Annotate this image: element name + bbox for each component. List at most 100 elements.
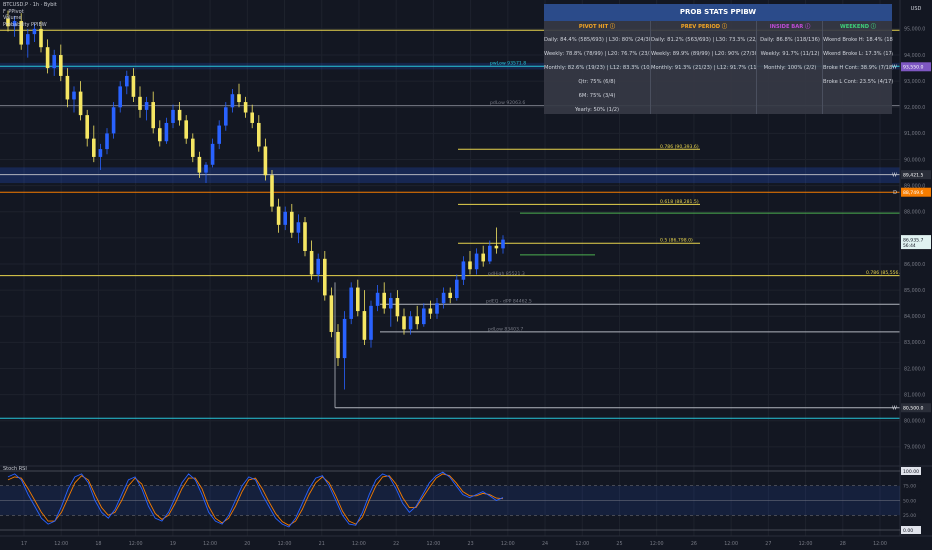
symbol-line[interactable]: BTCUSD.P · 1h · Bybit [3, 2, 57, 9]
price-badge-text: 86,935.7 [903, 237, 924, 243]
candle-body [290, 211, 294, 233]
candle-body [402, 316, 406, 330]
rsi-tick: 25.00 [903, 513, 916, 519]
stats-cell: Daily: 86.8% (118/136) [760, 37, 820, 43]
candle-body [138, 96, 142, 110]
indicator-label[interactable]: Probability PPIBW [3, 22, 57, 29]
candle-body [224, 107, 228, 126]
rsi-label[interactable]: Stoch RSI [3, 466, 27, 472]
stats-col-pivot-hit: PIVOT HIT ⓘ Daily: 84.4% (585/693) | L30… [544, 21, 650, 114]
time-tick: 12:00 [352, 541, 366, 547]
stats-cell: Monthly: 91.3% (21/23) | L12: 91.7% (11/… [651, 65, 757, 71]
stats-col-header: PREV PERIOD ⓘ [680, 24, 728, 30]
stats-title: PROB STATS PPIBW [544, 4, 892, 21]
candle-body [191, 138, 195, 157]
candle-body [323, 258, 327, 296]
candle-body [204, 164, 208, 173]
time-tick: 12:00 [54, 541, 68, 547]
stats-cell: Monthly: 82.6% (19/23) | L12: 83.3% (10/… [544, 65, 650, 71]
level-label: pdLow 83403.7 [488, 326, 523, 332]
time-tick: 26 [691, 541, 697, 547]
candle-body [494, 245, 499, 249]
candle-body [389, 298, 393, 309]
price-badge-text: 88,749.6 [903, 190, 924, 196]
candle-body [158, 128, 162, 142]
price-tick: 86,000.0 [904, 262, 925, 268]
rsi-tick: 100.00 [903, 469, 919, 475]
candle-body [263, 146, 268, 176]
stats-col-prev-period: PREV PERIOD ⓘ Daily: 81.2% (563/693) | L… [650, 21, 757, 114]
candle-body [26, 34, 30, 45]
time-tick: 12:00 [873, 541, 887, 547]
price-badge-text: 89,421.5 [903, 172, 924, 178]
time-tick: 18 [95, 541, 101, 547]
price-tick: 85,000.0 [904, 288, 925, 294]
stats-cell: Wkend Broke H: 18.4% (18/98) [823, 37, 893, 43]
stats-col-header: PIVOT HIT ⓘ [578, 24, 616, 30]
time-tick: 17 [21, 541, 27, 547]
price-tick: 79,000.0 [904, 445, 925, 451]
candle-body [197, 156, 202, 173]
candle-body [144, 102, 149, 110]
level-tag: W [892, 172, 897, 178]
candle-body [164, 122, 169, 142]
candle-body [250, 112, 254, 123]
time-tick: 19 [170, 541, 176, 547]
candle-body [210, 143, 215, 165]
candle-body [59, 55, 63, 76]
candle-body [65, 75, 70, 100]
time-tick: 27 [765, 541, 771, 547]
price-tick: 94,000.0 [904, 53, 925, 59]
candle-body [349, 287, 353, 319]
level-label: pdHigh 85521.3 [488, 271, 525, 277]
stats-cell: Yearly: 50% (1/2) [574, 107, 620, 113]
stats-cell: Broke L Cont: 23.5% (4/17) [823, 79, 893, 85]
candle-body [309, 250, 314, 275]
price-tick: 93,000.0 [904, 79, 925, 85]
prob-stats-table: PROB STATS PPIBW PIVOT HIT ⓘ Daily: 84.4… [544, 4, 893, 114]
level-label: 0.618 (88,281.5) [660, 199, 699, 205]
candle-body [39, 28, 43, 48]
candle-body [415, 316, 419, 325]
level-label: pdEQ - dPP 84462.5 [486, 299, 532, 305]
candle-body [243, 102, 248, 113]
candle-body [32, 28, 37, 35]
time-tick: 25 [616, 541, 622, 547]
stats-cell: Monthly: 100% (2/2) [763, 65, 817, 71]
candle-body [177, 109, 182, 121]
rsi-tick: 75.00 [903, 484, 916, 490]
candle-body [356, 287, 360, 312]
price-tick: 88,000.0 [904, 210, 925, 216]
level-label: pdLow 92063.6 [490, 100, 525, 106]
stats-col-header: WEEKEND ⓘ [839, 24, 876, 30]
candle-body [448, 292, 452, 299]
candle-body [316, 258, 320, 275]
rsi-tick: 0.00 [903, 528, 913, 534]
candle-body [329, 295, 334, 332]
rsi-tick: 50.00 [903, 498, 916, 504]
stats-cell: Weekly: 89.9% (89/99) | L20: 90% (27/30) [651, 51, 757, 57]
candle-body [270, 175, 274, 207]
time-tick: 12:00 [724, 541, 738, 547]
price-tick: 95,000.0 [904, 27, 925, 33]
price-tick: 84,000.0 [904, 314, 925, 320]
stats-cell: Daily: 84.4% (585/693) | L30: 80% (24/30… [544, 37, 650, 43]
candle-body [435, 303, 439, 314]
candle-body [303, 222, 307, 251]
candle-body [362, 311, 367, 340]
level-label: 0.5 (86,798.0) [660, 238, 693, 244]
stats-col-weekend: WEEKEND ⓘ Wkend Broke H: 18.4% (18/98) W… [822, 21, 893, 114]
candle-body [131, 75, 136, 97]
candle-body [125, 75, 129, 87]
candle-body [461, 261, 466, 280]
candle-body [257, 122, 261, 147]
zone-band [0, 167, 900, 184]
candle-body [395, 298, 400, 317]
candle-body [105, 133, 109, 150]
candle-body [92, 138, 96, 157]
time-tick: 12:00 [203, 541, 217, 547]
stats-cell: Broke H Cont: 38.9% (7/18) [823, 65, 893, 71]
candle-body [217, 125, 221, 144]
time-tick: 20 [244, 541, 250, 547]
candle-body [382, 292, 386, 309]
